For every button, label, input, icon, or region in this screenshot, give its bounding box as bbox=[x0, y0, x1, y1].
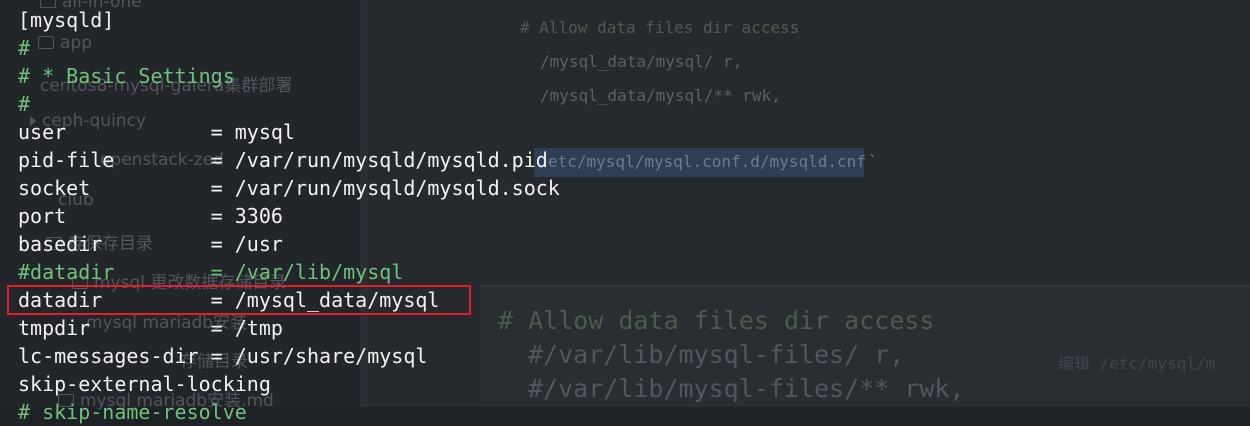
folder-icon bbox=[38, 36, 54, 49]
ghost-code-comment: # Allow data files dir access bbox=[520, 18, 800, 37]
ghost-selected-path: etc/mysql/mysql.conf.d/mysqld.cnf bbox=[548, 152, 866, 171]
ghost-big-line: #/var/lib/mysql-files/** rwk, bbox=[528, 374, 965, 403]
ghost-big-line: #/var/lib/mysql-files/ r, bbox=[528, 340, 905, 369]
ghost-big-comment: # Allow data files dir access bbox=[498, 306, 935, 335]
config-line: user = mysql bbox=[18, 120, 295, 144]
config-line: pid-file = /var/run/mysqld/mysqld.pid bbox=[18, 148, 548, 172]
config-comment-line: # bbox=[18, 36, 31, 60]
ghost-selected-tail: ` bbox=[868, 152, 878, 171]
sidebar-ghost-item: app bbox=[38, 33, 92, 53]
ghost-faint-text: 编辑 /etc/mysql/m bbox=[1058, 354, 1216, 373]
config-line: skip-external-locking bbox=[18, 372, 271, 396]
config-line: basedir = /usr bbox=[18, 232, 283, 256]
config-line: lc-messages-dir = /usr/share/mysql bbox=[18, 344, 428, 368]
config-comment-line: # * Basic Settings bbox=[18, 64, 235, 88]
config-line: port = 3306 bbox=[18, 204, 283, 228]
ghost-code-line: /mysql_data/mysql/** rwk, bbox=[540, 86, 781, 105]
datadir-highlight-box bbox=[7, 285, 471, 315]
config-line: tmpdir = /tmp bbox=[18, 316, 283, 340]
config-comment-line: # bbox=[18, 92, 31, 116]
ghost-code-line: /mysql_data/mysql/ r, bbox=[540, 52, 743, 71]
config-line: socket = /var/run/mysqld/mysqld.sock bbox=[18, 176, 560, 200]
config-comment-line: # skip-name-resolve bbox=[18, 400, 247, 424]
config-comment-line: #datadir = /var/lib/mysql bbox=[18, 260, 404, 284]
config-line: [mysqld] bbox=[18, 8, 115, 32]
overlay-panel-edge bbox=[480, 285, 1250, 286]
